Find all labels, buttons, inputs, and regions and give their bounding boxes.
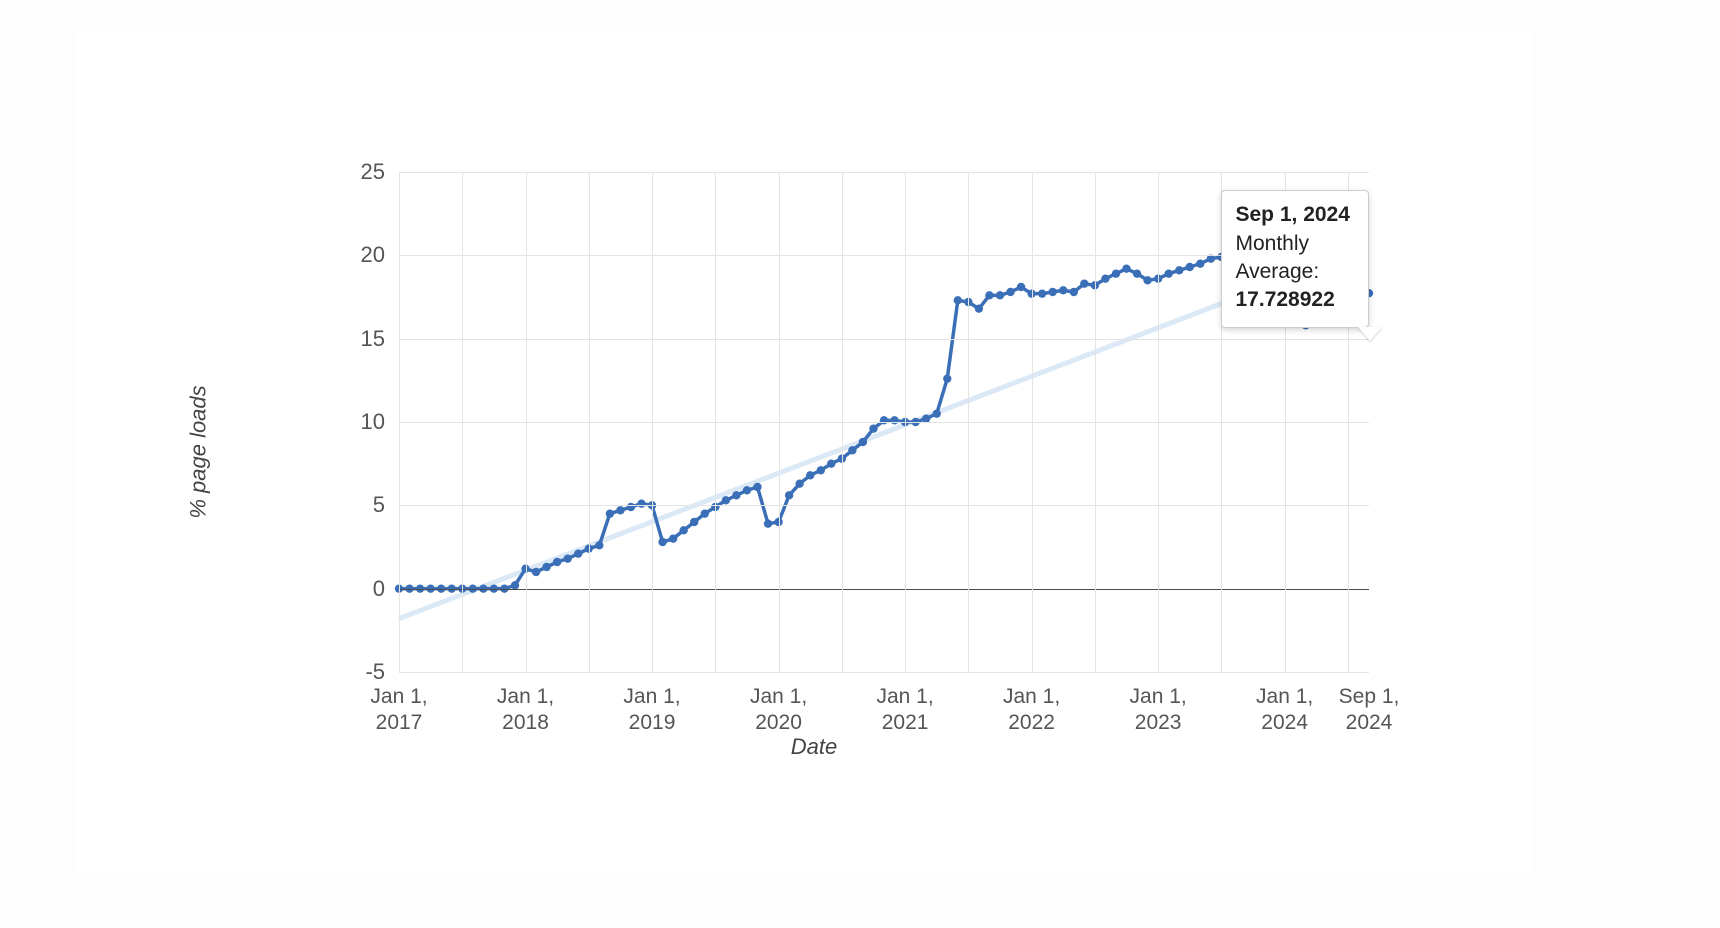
y-tick: 10 <box>361 409 385 435</box>
gridline-v <box>399 172 400 672</box>
x-tick: Sep 1,2024 <box>1339 684 1400 737</box>
x-tick: Jan 1,2024 <box>1256 684 1313 737</box>
y-tick: -5 <box>365 659 385 685</box>
y-axis-label: % page loads <box>186 385 212 518</box>
gridline-v <box>462 172 463 672</box>
gridline-v <box>842 172 843 672</box>
gridline-v <box>652 172 653 672</box>
tooltip-pointer-icon <box>1358 327 1382 341</box>
gridline-v <box>779 172 780 672</box>
gridline-v <box>1095 172 1096 672</box>
gridline-v <box>1158 172 1159 672</box>
y-tick: 15 <box>361 326 385 352</box>
gridline-v <box>1032 172 1033 672</box>
y-tick: 5 <box>373 492 385 518</box>
gridline-v <box>715 172 716 672</box>
x-tick: Jan 1,2023 <box>1130 684 1187 737</box>
tooltip-date: Sep 1, 2024 <box>1236 201 1355 229</box>
gridline-v <box>905 172 906 672</box>
x-tick: Jan 1,2021 <box>876 684 933 737</box>
x-tick: Jan 1,2017 <box>370 684 427 737</box>
tooltip-series-label: Monthly Average: <box>1236 232 1320 283</box>
tooltip-value-row: Monthly Average: 17.728922 <box>1236 230 1355 315</box>
gridline-h <box>399 505 1369 506</box>
x-tick: Jan 1,2019 <box>623 684 680 737</box>
data-tooltip: Sep 1, 2024 Monthly Average: 17.728922 <box>1221 190 1370 327</box>
gridline-h <box>399 339 1369 340</box>
gridline-h <box>399 172 1369 173</box>
gridline-h <box>399 672 1369 673</box>
x-axis-label: Date <box>234 734 1394 760</box>
x-tick: Jan 1,2022 <box>1003 684 1060 737</box>
y-tick: 20 <box>361 242 385 268</box>
chart-area: Sep 1, 2024 Monthly Average: 17.728922 -… <box>234 152 1394 762</box>
gridline-v <box>968 172 969 672</box>
gridline-v <box>589 172 590 672</box>
y-tick: 25 <box>361 159 385 185</box>
x-tick: Jan 1,2018 <box>497 684 554 737</box>
y-tick: 0 <box>373 576 385 602</box>
page-root: % page loads Sep 1, 2024 Monthly Average… <box>0 0 1720 928</box>
gridline-v <box>526 172 527 672</box>
chart-card: % page loads Sep 1, 2024 Monthly Average… <box>74 32 1534 872</box>
gridline-h <box>399 422 1369 423</box>
tooltip-value: 17.728922 <box>1236 288 1335 311</box>
x-tick: Jan 1,2020 <box>750 684 807 737</box>
zero-axis <box>399 589 1369 591</box>
plot-area[interactable]: Sep 1, 2024 Monthly Average: 17.728922 -… <box>399 172 1369 672</box>
